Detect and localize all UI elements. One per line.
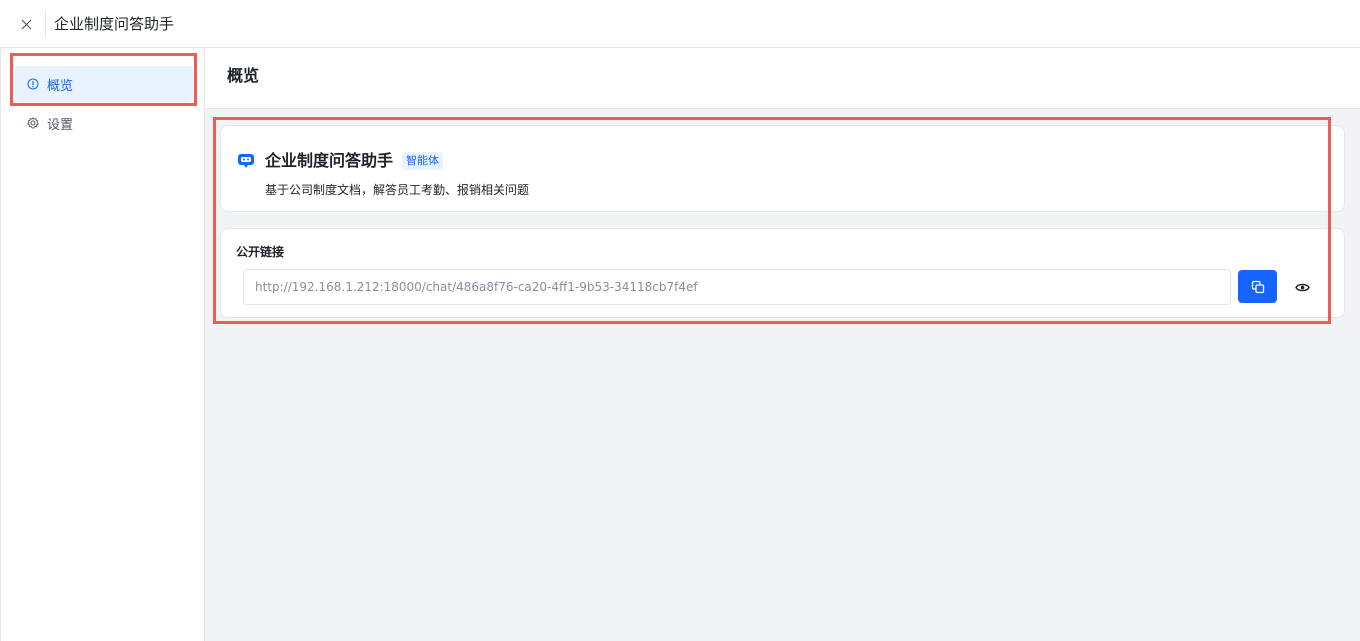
agent-type-badge: 智能体	[402, 152, 443, 170]
main-content: 概览 企业制度问答助手 智能体 基于公司制度文档，解答员工考勤、报销相关问题 公…	[205, 48, 1360, 641]
topbar-divider	[45, 10, 46, 38]
agent-name: 企业制度问答助手	[265, 151, 394, 170]
page-title: 概览	[227, 66, 260, 85]
copy-icon	[1251, 280, 1264, 293]
sidebar-item-label: 概览	[47, 78, 74, 94]
copy-link-button[interactable]	[1238, 270, 1277, 303]
info-circle-icon	[27, 78, 39, 90]
sidebar-item-label: 设置	[47, 117, 74, 133]
preview-link-button[interactable]	[1291, 277, 1313, 297]
sidebar-item-overview[interactable]: 概览	[15, 66, 193, 102]
agent-description: 基于公司制度文档，解答员工考勤、报销相关问题	[265, 183, 530, 197]
app-title: 企业制度问答助手	[54, 15, 175, 33]
main-header: 概览	[205, 48, 1360, 109]
public-link-field[interactable]	[243, 269, 1231, 305]
sidebar: 概览 设置	[0, 48, 205, 641]
gear-icon	[27, 117, 39, 129]
agent-info-card: 企业制度问答助手 智能体 基于公司制度文档，解答员工考勤、报销相关问题	[220, 125, 1345, 212]
eye-icon	[1294, 283, 1310, 291]
close-icon	[21, 19, 31, 29]
public-link-card: 公开链接	[220, 228, 1345, 318]
top-bar: 企业制度问答助手	[0, 0, 1360, 48]
chat-bot-icon	[238, 154, 254, 168]
public-link-label: 公开链接	[236, 245, 285, 259]
close-button[interactable]	[13, 11, 39, 37]
sidebar-item-settings[interactable]: 设置	[15, 105, 193, 141]
